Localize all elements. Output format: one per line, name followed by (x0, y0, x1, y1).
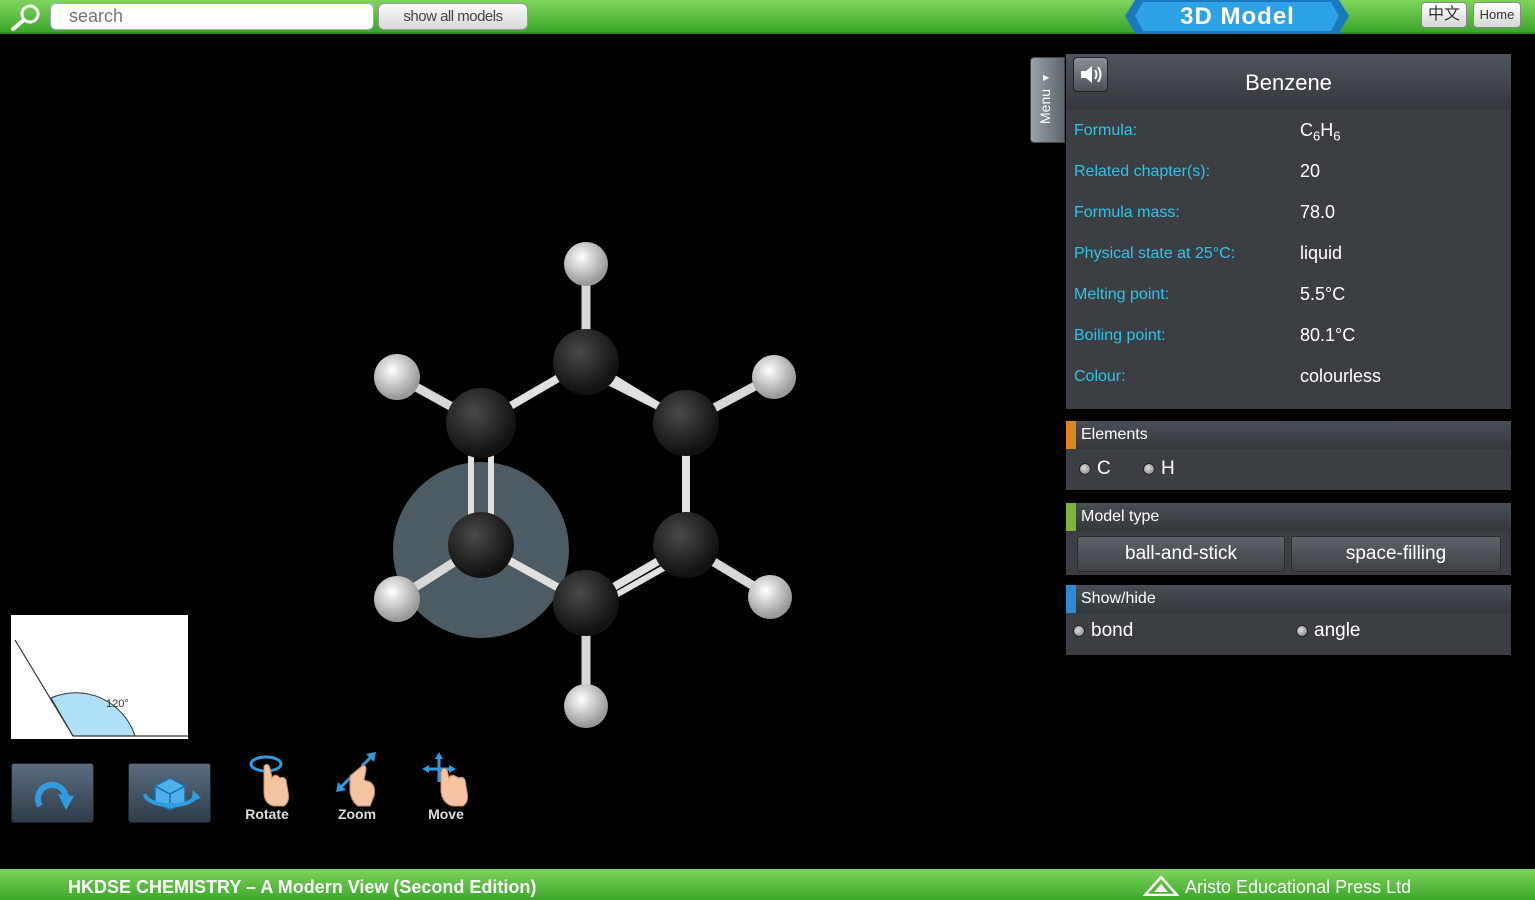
radio-dot-icon (1073, 625, 1085, 637)
toggle-label: angle (1314, 620, 1361, 641)
rotate-label: Rotate (245, 806, 289, 822)
model-type-section: Model type ball-and-stick space-filling (1066, 503, 1511, 575)
show-hide-header: Show/hide (1066, 585, 1511, 613)
menu-tab-label: Menu (1037, 88, 1053, 124)
model-type-accent-bar (1066, 503, 1076, 531)
show-all-models-button[interactable]: show all models (378, 3, 528, 30)
radio-dot-icon (1079, 463, 1091, 475)
melting-point-row: Melting point: 5.5°C (1066, 280, 1511, 310)
formula-element: C (1300, 120, 1313, 140)
radio-dot-icon (1143, 463, 1155, 475)
move-hand-icon (422, 752, 468, 807)
rotate-cube-icon (143, 777, 201, 811)
property-label: Colour: (1074, 368, 1126, 385)
radio-dot-icon (1296, 625, 1308, 637)
formula-mass-row: Formula mass: 78.0 (1066, 198, 1511, 228)
property-label: Melting point: (1074, 286, 1170, 303)
show-hide-title: Show/hide (1081, 590, 1156, 607)
language-toggle-button[interactable]: 中文 (1421, 2, 1467, 28)
molecule-3d-view[interactable] (360, 230, 820, 740)
formula-element: H (1320, 120, 1334, 140)
footer-bar: HKDSE CHEMISTRY – A Modern View (Second … (0, 869, 1535, 900)
elements-accent-bar (1066, 421, 1076, 449)
elements-section: Elements C H (1066, 421, 1511, 490)
property-value: colourless (1300, 366, 1382, 386)
element-label: C (1097, 458, 1111, 479)
property-label: Boiling point: (1074, 327, 1166, 344)
footer-publisher: Aristo Educational Press Ltd (1185, 877, 1412, 897)
space-filling-button[interactable]: space-filling (1291, 536, 1501, 572)
app-window: show all models 3D Model 中文 Home (0, 0, 1535, 900)
property-value: liquid (1300, 243, 1343, 263)
property-value: 5.5°C (1300, 284, 1346, 304)
show-hide-section: Show/hide bond angle (1066, 585, 1511, 655)
show-bond-toggle[interactable]: bond (1073, 620, 1133, 642)
property-value: 80.1°C (1300, 325, 1356, 345)
related-chapters-row: Related chapter(s): 20 (1066, 157, 1511, 187)
undo-arrow-icon (35, 781, 74, 810)
speaker-icon (1081, 66, 1102, 83)
search-input[interactable] (50, 3, 374, 30)
home-button[interactable]: Home (1473, 2, 1521, 28)
formula-row: Formula: C6H6 (1066, 116, 1511, 146)
ball-and-stick-button[interactable]: ball-and-stick (1077, 536, 1285, 572)
bond-angle-thumbnail: 120° (11, 615, 188, 739)
search-icon[interactable] (6, 2, 44, 32)
formula-label: Formula: (1074, 122, 1138, 139)
element-toggle-h[interactable]: H (1143, 458, 1175, 480)
formula-value: C6H6 (1300, 120, 1340, 144)
menu-arrow-icon: ▶ (1043, 73, 1050, 82)
model-type-header: Model type (1066, 503, 1511, 531)
property-label: Formula mass: (1074, 204, 1180, 221)
property-value: 78.0 (1300, 202, 1336, 222)
publisher-logo-icon (1143, 876, 1179, 896)
speaker-button[interactable] (1073, 57, 1108, 92)
page-title: 3D Model (1180, 3, 1295, 30)
reset-view-button[interactable] (11, 763, 94, 823)
model-type-title: Model type (1081, 508, 1160, 525)
compound-name: Benzene (1245, 70, 1332, 95)
zoom-hand-icon (336, 752, 376, 807)
colour-row: Colour: colourless (1066, 362, 1511, 392)
footer-book-title: HKDSE CHEMISTRY – A Modern View (Second … (68, 877, 537, 897)
property-value: 20 (1300, 161, 1321, 181)
compound-info-panel: Benzene Formula: C6H6 Related chapter(s)… (1066, 54, 1511, 409)
element-toggle-c[interactable]: C (1079, 458, 1111, 480)
elements-title: Elements (1081, 426, 1148, 443)
zoom-label: Zoom (337, 806, 377, 822)
toggle-label: bond (1091, 620, 1134, 641)
angle-value-label: 120° (106, 698, 129, 710)
info-header: Benzene (1066, 54, 1511, 110)
show-hide-accent-bar (1066, 585, 1076, 613)
property-label: Physical state at 25°C: (1074, 245, 1236, 262)
property-label: Related chapter(s): (1074, 163, 1211, 180)
physical-state-row: Physical state at 25°C: liquid (1066, 239, 1511, 269)
top-bar: show all models 3D Model 中文 Home (0, 0, 1535, 34)
element-label: H (1161, 458, 1175, 479)
auto-rotate-button[interactable] (128, 763, 211, 823)
move-label: Move (428, 806, 464, 822)
move-gesture-hint: Move (416, 752, 476, 827)
zoom-gesture-hint: Zoom (327, 752, 387, 827)
show-angle-toggle[interactable]: angle (1296, 620, 1361, 642)
rotate-hand-icon (249, 755, 289, 807)
elements-header: Elements (1066, 421, 1511, 449)
boiling-point-row: Boiling point: 80.1°C (1066, 321, 1511, 351)
rotate-gesture-hint: Rotate (237, 752, 297, 827)
formula-subscript: 6 (1333, 128, 1341, 144)
